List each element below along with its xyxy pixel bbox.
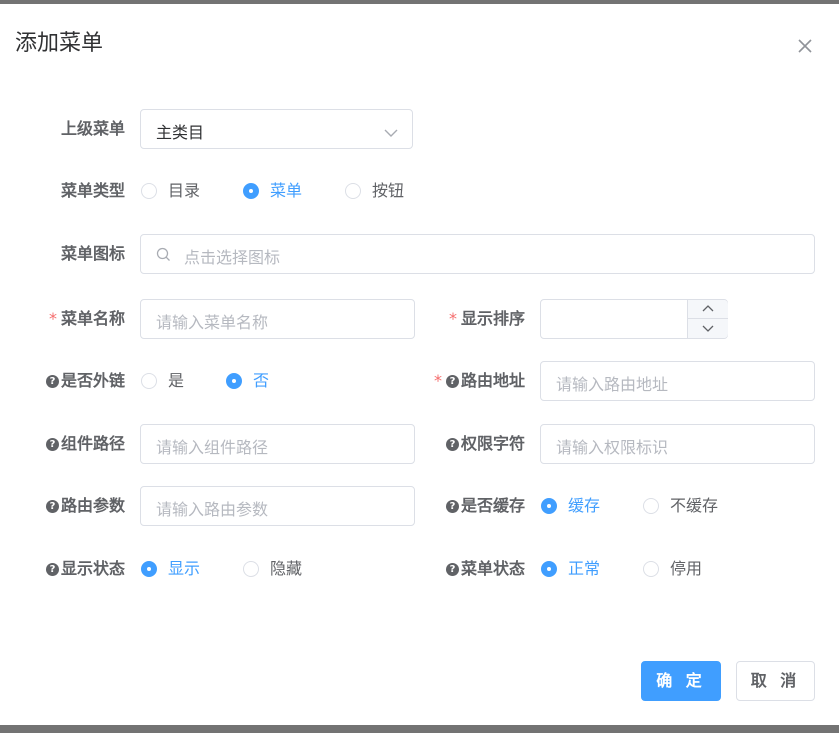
- dialog-title: 添加菜单: [15, 31, 104, 56]
- radio-label: 不缓存: [670, 496, 719, 515]
- radio-label: 显示: [168, 559, 201, 578]
- path-placeholder: 请输入路由地址: [556, 375, 669, 394]
- question-icon: ?: [45, 500, 59, 513]
- radio-circle: [345, 183, 361, 199]
- component-placeholder: 请输入组件路径: [156, 438, 269, 457]
- chevron-up-icon: [702, 305, 714, 312]
- chevron-down-icon: [384, 123, 398, 142]
- order-number-input[interactable]: [540, 299, 728, 339]
- question-icon: ?: [445, 500, 459, 513]
- menu-name-input[interactable]: 请输入菜单名称: [140, 299, 415, 339]
- add-menu-dialog: 添加菜单 上级菜单 主类目 菜单类型 目录 菜单 按钮 菜单图标 点击选择图标 …: [0, 4, 839, 725]
- radio-circle: [541, 498, 557, 514]
- confirm-button[interactable]: 确 定: [641, 661, 721, 701]
- menu-icon-placeholder: 点击选择图标: [184, 248, 281, 267]
- close-icon[interactable]: [796, 37, 814, 55]
- radio-label: 是: [168, 371, 185, 390]
- question-icon: ?: [45, 438, 59, 451]
- increase-button[interactable]: [688, 300, 728, 319]
- query-placeholder: 请输入路由参数: [156, 500, 269, 519]
- radio-label: 缓存: [568, 496, 601, 515]
- radio-circle: [541, 561, 557, 577]
- radio-circle: [643, 561, 659, 577]
- status-label: ? 菜单状态: [445, 559, 525, 579]
- radio-label: 按钮: [372, 181, 405, 200]
- perms-label: ? 权限字符: [445, 434, 525, 454]
- radio-label: 否: [253, 371, 270, 390]
- decrease-button[interactable]: [688, 319, 728, 338]
- question-icon: ?: [445, 375, 459, 388]
- menu-icon-input[interactable]: 点击选择图标: [140, 234, 815, 274]
- component-input[interactable]: 请输入组件路径: [140, 424, 415, 464]
- perms-placeholder: 请输入权限标识: [556, 438, 669, 457]
- parent-menu-label: 上级菜单: [60, 119, 125, 138]
- cancel-button[interactable]: 取 消: [736, 661, 815, 701]
- question-icon: ?: [445, 563, 459, 576]
- radio-label: 目录: [168, 181, 201, 200]
- radio-circle: [243, 561, 259, 577]
- menu-name-label: * 菜单名称: [48, 309, 125, 328]
- radio-circle: [141, 561, 157, 577]
- is-cache-label: ? 是否缓存: [445, 496, 525, 516]
- visible-label: ? 显示状态: [45, 559, 125, 579]
- order-label: * 显示排序: [448, 309, 525, 328]
- query-label: ? 路由参数: [45, 496, 125, 516]
- radio-circle: [141, 373, 157, 389]
- menu-name-placeholder: 请输入菜单名称: [156, 313, 269, 332]
- question-icon: ?: [45, 563, 59, 576]
- radio-label: 菜单: [270, 181, 303, 200]
- radio-label: 正常: [568, 559, 601, 578]
- component-label: ? 组件路径: [45, 434, 125, 454]
- path-input[interactable]: 请输入路由地址: [540, 361, 815, 401]
- radio-circle: [643, 498, 659, 514]
- chevron-down-icon: [702, 325, 714, 332]
- is-frame-label: ? 是否外链: [45, 371, 125, 391]
- menu-icon-label: 菜单图标: [60, 244, 125, 263]
- parent-menu-select[interactable]: 主类目: [140, 109, 413, 149]
- question-icon: ?: [445, 438, 459, 451]
- radio-circle: [141, 183, 157, 199]
- order-stepper: [687, 300, 728, 338]
- search-icon: [156, 247, 171, 266]
- radio-label: 停用: [670, 559, 703, 578]
- query-input[interactable]: 请输入路由参数: [140, 486, 415, 526]
- menu-type-label: 菜单类型: [60, 181, 125, 200]
- radio-circle: [243, 183, 259, 199]
- question-icon: ?: [45, 375, 59, 388]
- perms-input[interactable]: 请输入权限标识: [540, 424, 815, 464]
- radio-label: 隐藏: [270, 559, 303, 578]
- path-label: *? 路由地址: [433, 371, 525, 390]
- parent-menu-value: 主类目: [156, 123, 205, 142]
- radio-circle: [226, 373, 242, 389]
